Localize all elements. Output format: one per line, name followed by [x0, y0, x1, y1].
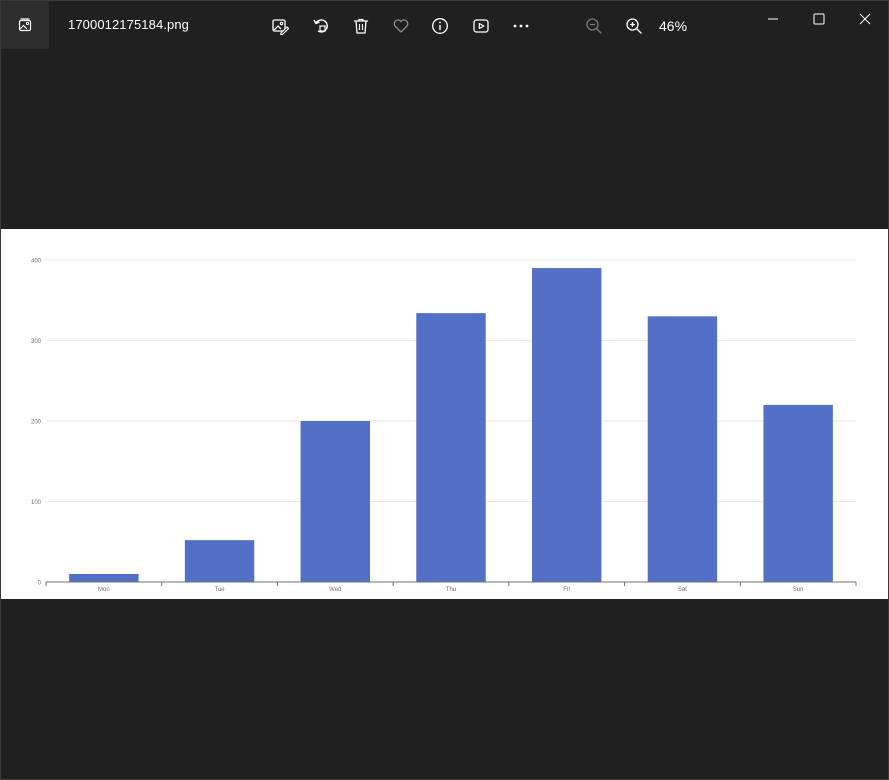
bar — [532, 268, 602, 582]
y-tick-label: 400 — [31, 259, 42, 265]
delete-icon — [353, 18, 369, 34]
gallery-icon — [18, 18, 32, 32]
displayed-image: 0 100 200 300 400 Mon Tue Wed Thu Fri Sat Sun — [1, 229, 888, 599]
x-tick-label: Wed — [329, 587, 341, 593]
x-tick-label: Sun — [793, 587, 804, 593]
photo-viewer-window: 1700012175184.png 46% 0 100 200 300 400 … — [0, 0, 889, 780]
maximize-button[interactable] — [799, 5, 839, 33]
slideshow-icon — [473, 19, 489, 33]
bar — [184, 540, 255, 582]
zoom-level[interactable]: 46% — [659, 18, 687, 34]
edit-image-icon — [272, 19, 289, 35]
gallery-button[interactable] — [1, 1, 49, 49]
y-tick-label: 100 — [31, 500, 42, 506]
zoom-out-button[interactable] — [581, 13, 607, 39]
rotate-button[interactable] — [308, 13, 334, 39]
bar-chart: 0 100 200 300 400 Mon Tue Wed Thu Fri Sat Sun — [31, 259, 857, 593]
info-button[interactable] — [427, 13, 453, 39]
rotate-icon — [313, 19, 328, 33]
zoom-out-icon — [586, 18, 602, 34]
y-tick-label: 300 — [31, 339, 42, 345]
x-tick-label: Fri — [563, 587, 570, 593]
y-tick-label: 0 — [38, 581, 42, 587]
bar — [69, 573, 139, 582]
bar — [763, 404, 833, 582]
x-tick-label: Sat — [678, 587, 687, 593]
maximize-icon — [813, 13, 825, 25]
favorite-icon — [393, 19, 409, 33]
file-name: 1700012175184.png — [68, 17, 189, 32]
zoom-in-button[interactable] — [621, 13, 647, 39]
y-tick-label: 200 — [31, 420, 42, 426]
more-options-button[interactable] — [508, 13, 534, 39]
delete-button[interactable] — [348, 13, 374, 39]
slideshow-button[interactable] — [468, 13, 494, 39]
bar — [300, 421, 370, 582]
x-tick-label: Mon — [98, 587, 110, 593]
info-icon — [432, 18, 448, 34]
x-tick-label: Thu — [446, 587, 456, 593]
bar — [416, 313, 486, 582]
close-icon — [859, 13, 871, 25]
close-button[interactable] — [845, 5, 885, 33]
more-icon — [513, 24, 529, 28]
minimize-button[interactable] — [753, 5, 793, 33]
edit-image-button[interactable] — [267, 13, 293, 39]
x-tick-label: Tue — [215, 587, 226, 593]
favorite-button[interactable] — [388, 13, 414, 39]
title-bar: 1700012175184.png 46% — [1, 1, 888, 49]
bar — [647, 316, 718, 582]
image-viewport[interactable]: 0 100 200 300 400 Mon Tue Wed Thu Fri Sat Sun — [1, 49, 888, 779]
minimize-icon — [768, 18, 778, 20]
zoom-in-icon — [626, 18, 642, 34]
